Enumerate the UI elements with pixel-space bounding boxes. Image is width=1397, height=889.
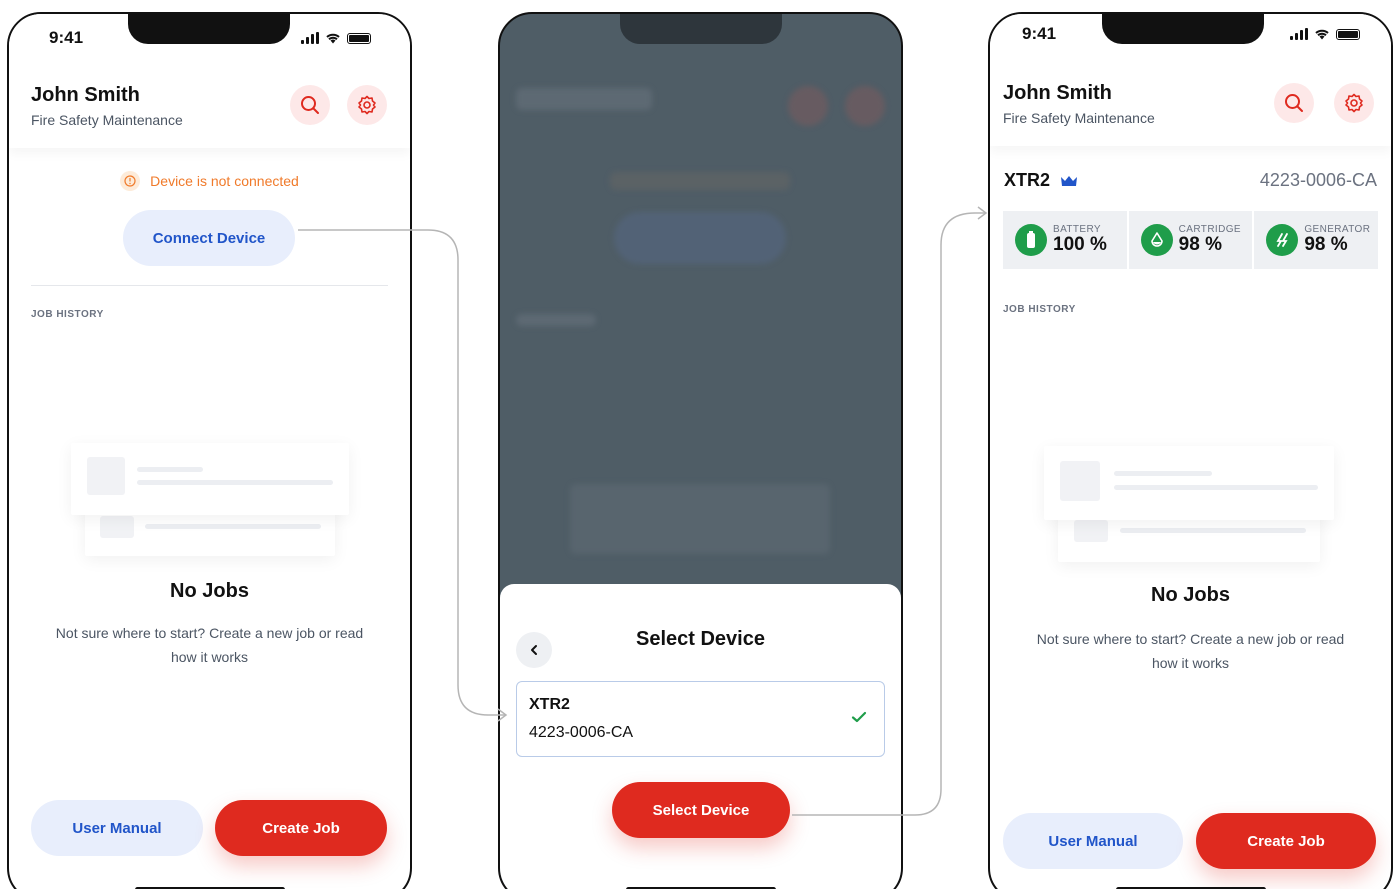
placeholder-line xyxy=(137,480,333,485)
device-name: XTR2 xyxy=(529,696,570,713)
placeholder-line xyxy=(1114,485,1318,490)
status-icons xyxy=(301,32,371,44)
section-label-job-history: JOB HISTORY xyxy=(31,309,104,320)
status-icons xyxy=(1290,28,1360,40)
placeholder-line xyxy=(1114,471,1212,476)
user-role: Fire Safety Maintenance xyxy=(31,112,183,128)
stat-battery: BATTERY 100 % xyxy=(1003,211,1127,269)
stat-cartridge: CARTRIDGE 98 % xyxy=(1128,211,1253,269)
battery-status-icon xyxy=(1336,29,1360,40)
device-stats: BATTERY 100 % CARTRIDGE 98 % GENERATOR 9… xyxy=(1003,211,1379,269)
wifi-icon xyxy=(326,33,340,44)
blurred-background xyxy=(845,86,885,126)
user-name: John Smith xyxy=(31,84,140,106)
blurred-background xyxy=(516,314,596,326)
device-serial: 4223-0006-CA xyxy=(1259,170,1377,190)
search-button[interactable] xyxy=(1274,83,1314,123)
placeholder-line xyxy=(1120,528,1306,533)
section-label-job-history: JOB HISTORY xyxy=(1003,304,1076,315)
search-icon xyxy=(1285,94,1303,112)
placeholder-line xyxy=(137,467,203,472)
placeholder-thumb xyxy=(1074,520,1108,542)
search-icon xyxy=(301,96,319,114)
user-role: Fire Safety Maintenance xyxy=(1003,110,1155,126)
phone-screen-select-device: Select Device XTR2 4223-0006-CA Select D… xyxy=(498,12,903,889)
placeholder-thumb xyxy=(1060,461,1100,501)
empty-subtitle: Not sure where to start? Create a new jo… xyxy=(55,625,364,665)
blurred-background xyxy=(516,88,652,110)
arrowhead xyxy=(977,206,988,220)
phone-notch xyxy=(1102,14,1264,44)
empty-title: No Jobs xyxy=(170,580,249,602)
blurred-background xyxy=(788,86,828,126)
battery-icon xyxy=(1015,224,1047,256)
user-manual-button[interactable]: User Manual xyxy=(1003,813,1183,869)
placeholder-line xyxy=(145,524,321,529)
stat-value: 98 % xyxy=(1304,234,1348,255)
gear-icon xyxy=(358,95,376,115)
placeholder-thumb xyxy=(87,457,125,495)
divider xyxy=(31,285,388,286)
drop-icon xyxy=(1140,224,1173,256)
stat-generator: GENERATOR 98 % xyxy=(1254,211,1379,269)
alert-circle-icon xyxy=(120,171,141,191)
phone-notch xyxy=(128,14,290,44)
empty-subtitle: Not sure where to start? Create a new jo… xyxy=(1036,631,1345,671)
settings-button[interactable] xyxy=(1334,83,1374,123)
wifi-icon xyxy=(1315,29,1329,40)
device-serial: 4223-0006-CA xyxy=(529,724,634,741)
signal-icon xyxy=(1290,28,1308,40)
blurred-background xyxy=(610,172,790,190)
stat-value: 98 % xyxy=(1178,234,1222,255)
phone-notch xyxy=(620,14,782,44)
create-job-button[interactable]: Create Job xyxy=(215,800,387,856)
create-job-button[interactable]: Create Job xyxy=(1196,813,1376,869)
settings-button[interactable] xyxy=(347,85,387,125)
stat-value: 100 % xyxy=(1053,234,1107,255)
device-option[interactable]: XTR2 4223-0006-CA xyxy=(516,681,885,757)
check-icon xyxy=(851,711,867,723)
placeholder-thumb xyxy=(100,516,134,538)
battery-status-icon xyxy=(347,33,371,44)
gear-icon xyxy=(1345,93,1363,113)
user-name: John Smith xyxy=(1003,82,1112,104)
connect-device-button[interactable]: Connect Device xyxy=(123,210,295,266)
warning-text: Device is not connected xyxy=(150,173,299,189)
status-time: 9:41 xyxy=(49,28,84,47)
search-button[interactable] xyxy=(290,85,330,125)
connection-warning: Device is not connected xyxy=(9,171,410,191)
select-device-button[interactable]: Select Device xyxy=(612,782,790,838)
user-manual-button[interactable]: User Manual xyxy=(31,800,203,856)
signal-icon xyxy=(301,32,319,44)
select-device-sheet: Select Device XTR2 4223-0006-CA Select D… xyxy=(500,584,901,889)
blurred-background xyxy=(570,484,830,554)
device-name: XTR2 xyxy=(1004,170,1051,190)
blurred-background xyxy=(614,212,786,264)
connected-device-header: XTR2 4223-0006-CA xyxy=(1004,170,1377,191)
sheet-title: Select Device xyxy=(636,628,765,650)
phone-screen-disconnected: 9:41 John Smith Fire Safety Maintenance … xyxy=(7,12,412,889)
generator-icon xyxy=(1266,224,1299,256)
placeholder-card-front xyxy=(1044,446,1334,520)
status-time: 9:41 xyxy=(1022,24,1057,43)
placeholder-card-front xyxy=(71,443,349,515)
device-title: XTR2 xyxy=(1004,170,1078,191)
crown-icon xyxy=(1061,175,1078,186)
empty-title: No Jobs xyxy=(1151,584,1230,606)
phone-screen-connected: 9:41 John Smith Fire Safety Maintenance … xyxy=(988,12,1393,889)
